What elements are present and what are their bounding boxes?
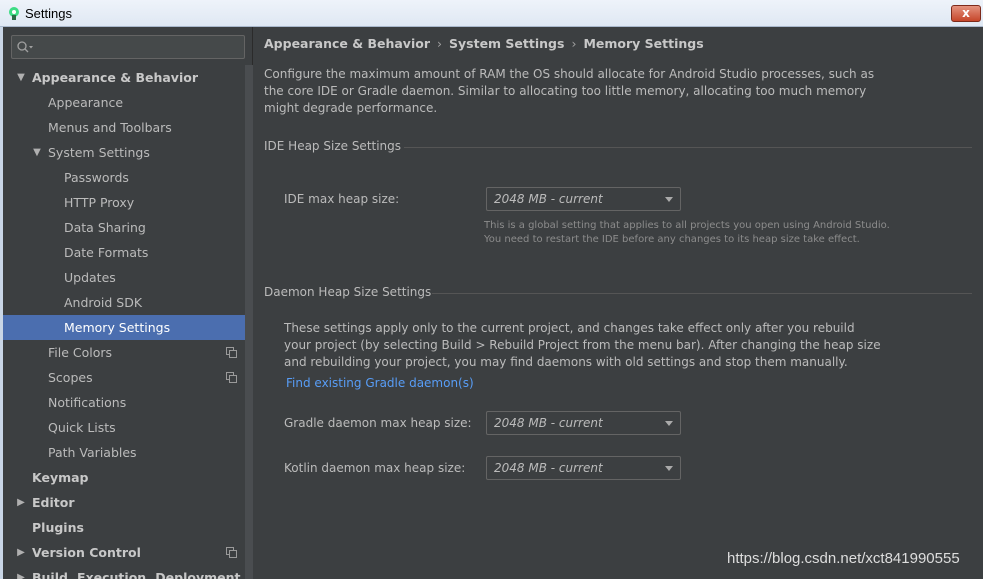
page-description: Configure the maximum amount of RAM the … [264,67,875,115]
chevron-down-icon [665,421,673,426]
tree-item-label: File Colors [48,345,113,360]
expand-arrow-icon[interactable]: ▼ [31,140,43,165]
tree-item-label: Build, Execution, Deployment [32,570,241,579]
tree-item-http-proxy[interactable]: HTTP Proxy [3,190,245,215]
settings-tree: ▼ Appearance & Behavior Appearance Menus… [3,65,245,579]
breadcrumb-separator-icon: › [571,36,577,51]
tree-item-memory-settings[interactable]: Memory Settings [3,315,245,340]
ide-section-title: IDE Heap Size Settings [264,139,402,153]
breadcrumb-item: Appearance & Behavior [264,36,430,51]
tree-item-menus-toolbars[interactable]: Menus and Toolbars [3,115,245,140]
tree-item-label: System Settings [48,145,150,160]
tree-item-label: Quick Lists [48,420,116,435]
tree-item-plugins[interactable]: Plugins [3,515,245,540]
tree-item-label: HTTP Proxy [64,195,135,210]
gradle-heap-dropdown[interactable]: 2048 MB - current [486,411,681,435]
ide-heap-dropdown[interactable]: 2048 MB - current [486,187,681,211]
tree-item-version-control[interactable]: ▶ Version Control [3,540,245,565]
tree-item-appearance[interactable]: Appearance [3,90,245,115]
find-gradle-daemons-link[interactable]: Find existing Gradle daemon(s) [286,376,474,390]
ide-heap-label: IDE max heap size: [284,192,400,206]
daemon-description: These settings apply only to the current… [284,321,881,369]
tree-item-label: Plugins [32,520,84,535]
tree-item-passwords[interactable]: Passwords [3,165,245,190]
section-divider [432,293,972,294]
close-button[interactable]: x [951,5,981,22]
tree-item-appearance-behavior[interactable]: ▼ Appearance & Behavior [3,65,245,90]
dropdown-value: 2048 MB - current [494,416,603,430]
kotlin-heap-label: Kotlin daemon max heap size: [284,461,466,475]
title-bar: Settings x [0,0,983,27]
daemon-section-title: Daemon Heap Size Settings [264,285,432,299]
close-icon: x [962,6,970,20]
settings-sidebar: ▼ Appearance & Behavior Appearance Menus… [3,27,253,579]
chevron-down-icon [665,197,673,202]
search-input[interactable] [11,35,245,59]
expand-arrow-icon[interactable]: ▶ [15,565,27,579]
tree-item-label: Keymap [32,470,89,485]
tree-item-notifications[interactable]: Notifications [3,390,245,415]
search-icon [17,41,33,53]
tree-item-quick-lists[interactable]: Quick Lists [3,415,245,440]
sidebar-scrollbar[interactable] [245,65,253,579]
expand-arrow-icon[interactable]: ▶ [15,540,27,565]
tree-item-android-sdk[interactable]: Android SDK [3,290,245,315]
tree-item-scopes[interactable]: Scopes [3,365,245,390]
tree-item-label: Editor [32,495,75,510]
tree-item-file-colors[interactable]: File Colors [3,340,245,365]
dropdown-value: 2048 MB - current [494,192,603,206]
expand-arrow-icon[interactable]: ▶ [15,490,27,515]
tree-item-label: Appearance [48,95,124,110]
breadcrumb-item: Memory Settings [583,36,704,51]
ide-heap-note: This is a global setting that applies to… [484,219,904,247]
tree-item-label: Appearance & Behavior [32,70,198,85]
breadcrumb-separator-icon: › [437,36,442,51]
window-title: Settings [25,6,72,21]
project-level-icon [226,547,237,558]
breadcrumb-item: System Settings [449,36,565,51]
tree-item-label: Scopes [48,370,93,385]
tree-item-keymap[interactable]: Keymap [3,465,245,490]
expand-arrow-icon[interactable]: ▼ [15,65,27,90]
chevron-down-icon [665,466,673,471]
note-line: This is a global setting that applies to… [484,220,890,231]
android-studio-icon [9,7,19,20]
watermark: https://blog.csdn.net/xct841990555 [727,550,960,567]
tree-item-label: Version Control [32,545,141,560]
tree-item-label: Passwords [64,170,129,185]
breadcrumb: Appearance & Behavior › System Settings › Me… [264,36,704,51]
note-line: You need to restart the IDE before any c… [484,234,860,245]
tree-item-build-execution-deployment[interactable]: ▶ Build, Execution, Deployment [3,565,245,579]
tree-item-label: Android SDK [64,295,143,310]
gradle-heap-label: Gradle daemon max heap size: [284,416,472,430]
tree-item-path-variables[interactable]: Path Variables [3,440,245,465]
tree-item-system-settings[interactable]: ▼ System Settings [3,140,245,165]
tree-item-label: Menus and Toolbars [48,120,172,135]
tree-item-date-formats[interactable]: Date Formats [3,240,245,265]
tree-item-label: Memory Settings [64,320,171,335]
tree-item-data-sharing[interactable]: Data Sharing [3,215,245,240]
tree-item-label: Updates [64,270,116,285]
tree-item-label: Date Formats [64,245,149,260]
project-level-icon [226,372,237,383]
tree-item-label: Notifications [48,395,127,410]
tree-item-label: Path Variables [48,445,137,460]
section-divider [404,147,972,148]
settings-content: Appearance & Behavior › System Settings › Me… [254,27,983,579]
project-level-icon [226,347,237,358]
tree-item-updates[interactable]: Updates [3,265,245,290]
tree-item-label: Data Sharing [64,220,146,235]
kotlin-heap-dropdown[interactable]: 2048 MB - current [486,456,681,480]
tree-item-editor[interactable]: ▶ Editor [3,490,245,515]
dropdown-value: 2048 MB - current [494,461,603,475]
